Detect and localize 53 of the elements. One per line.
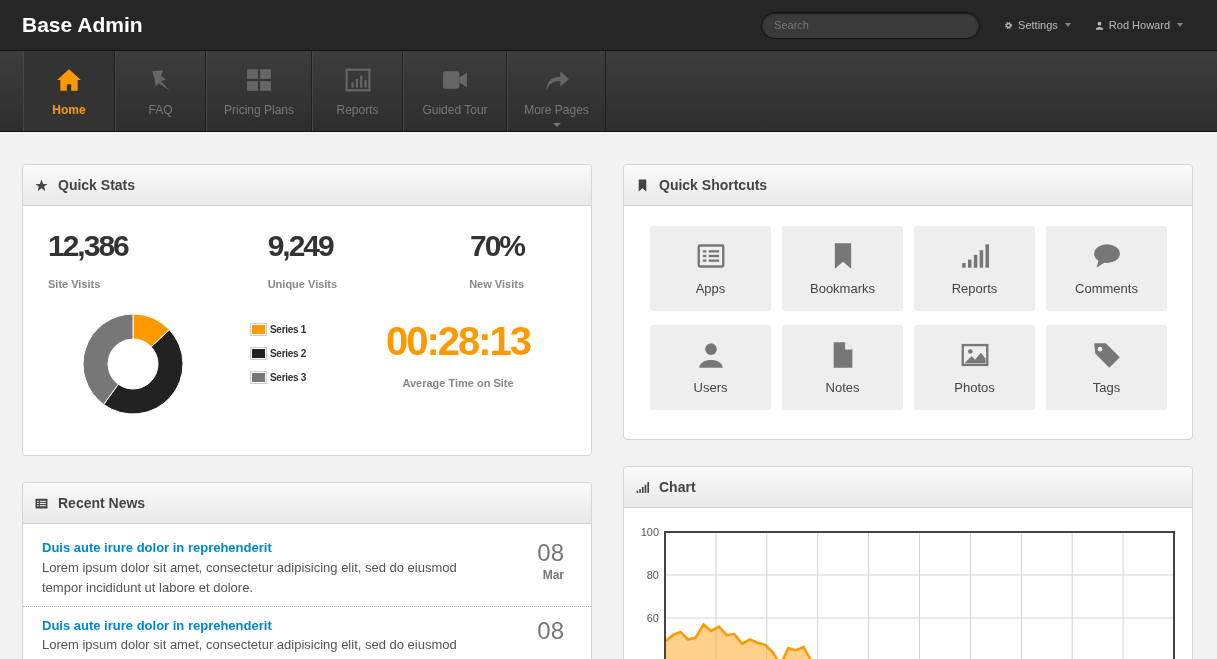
- axis-label: 100: [640, 526, 659, 538]
- legend-label: Series 3: [270, 370, 306, 385]
- caret-icon: [1064, 23, 1071, 27]
- time-value: 00:28:13: [385, 317, 531, 365]
- news-day: 08: [537, 540, 564, 566]
- panel-title: Recent News: [58, 493, 146, 513]
- user-icon: [1094, 20, 1104, 30]
- news-month: Mar: [542, 567, 564, 584]
- search-field[interactable]: Search: [761, 11, 981, 39]
- gear-icon: [1004, 20, 1014, 30]
- list-icon: [696, 242, 725, 271]
- stat-value: 12,386: [48, 228, 128, 264]
- axis-label: 60: [646, 612, 659, 624]
- menu-button[interactable]: Rod Howard: [1094, 16, 1183, 34]
- shortcut-tile[interactable]: Apps: [650, 226, 771, 311]
- shortcut-tile[interactable]: Tags: [1046, 325, 1167, 410]
- axis-label: 80: [646, 569, 659, 581]
- star-icon: [35, 178, 48, 192]
- shortcut-tile[interactable]: Comments: [1046, 226, 1167, 311]
- home-icon: [56, 67, 82, 93]
- panel-title: Quick Stats: [58, 175, 136, 195]
- user-icon: [696, 341, 725, 370]
- panel-title: Chart: [659, 477, 696, 497]
- bar-chart-icon: [344, 67, 371, 93]
- shortcut-tile[interactable]: Bookmarks: [782, 226, 903, 311]
- time-label: Average Time on Site: [402, 375, 514, 391]
- stat-value: 9,249: [267, 228, 333, 264]
- signal-bars-icon: [960, 242, 989, 271]
- stat-value: 70%: [469, 228, 524, 264]
- shortcut-tile[interactable]: Reports: [914, 226, 1035, 311]
- legend-label: Series 2: [270, 346, 306, 361]
- menu-button[interactable]: Settings: [1004, 16, 1071, 34]
- nav-tab[interactable]: Home: [23, 51, 115, 131]
- panel-title: Quick Shortcuts: [659, 175, 768, 195]
- tag-icon: [1092, 341, 1121, 370]
- shortcut-tile[interactable]: Photos: [914, 325, 1035, 410]
- legend-label: Series 1: [270, 322, 306, 337]
- news-link[interactable]: Duis aute irure dolor in reprehenderit: [42, 615, 498, 635]
- stat-label: New Visits: [469, 277, 524, 292]
- stat-label: Site Visits: [48, 277, 101, 292]
- shortcut-tile[interactable]: Users: [650, 325, 771, 410]
- news-day: 08: [537, 617, 564, 644]
- stat-label: Unique Visits: [267, 277, 338, 292]
- shortcut-tile[interactable]: Notes: [782, 325, 903, 410]
- newspaper-icon: [35, 496, 48, 510]
- news-text: Lorem ipsum dolor sit amet, consectetur adipisicing elit, sed do eiusmod: [42, 636, 458, 654]
- grid-icon: [246, 67, 272, 93]
- bookmark-icon: [636, 178, 649, 192]
- news-link[interactable]: Duis aute irure dolor in reprehenderit: [42, 538, 498, 558]
- signal-bars-icon: [636, 480, 649, 494]
- news-text: Lorem ipsum dolor sit amet, consectetur adipisicing elit, sed do eiusmod tempor incididunt ut labore et dolore.: [42, 558, 458, 597]
- app-title[interactable]: Base Admin: [22, 9, 143, 41]
- caret-icon: [1177, 23, 1183, 27]
